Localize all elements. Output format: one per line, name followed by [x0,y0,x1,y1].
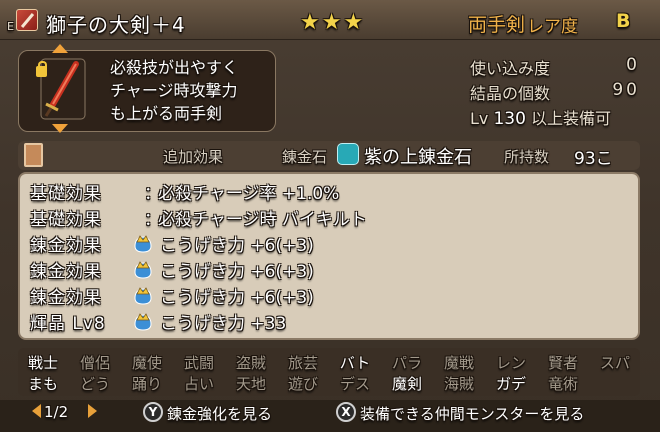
effect-row: 輝晶 Lv8 こうげき力 +33 [30,309,450,335]
owned-count-value: 93こ [574,149,613,169]
view-alchemy-button[interactable]: 錬金強化を見る [167,403,272,424]
rarity-label: レア度 [527,17,578,37]
effect-text: 必殺チャージ率 +1.0% [158,184,340,204]
job-label: 盗賊 [235,354,266,372]
effect-row: 錬金効果 こうげき力 +6(+3) [30,283,450,309]
job-label: 魔戦 [443,354,474,372]
job-label: 遊び [287,375,318,393]
y-button-icon[interactable]: Y [143,402,163,422]
effect-row: 基礎効果 ： 必殺チャージ率 +1.0% [30,179,450,205]
description-line: チャージ時攻撃力 [110,81,238,100]
tab-additional-effects[interactable]: 追加効果 [163,146,223,167]
slime-crown-icon [134,261,152,279]
job-label: どう [79,375,110,393]
crystal-stat: 結晶の個数 90 [470,80,640,104]
effect-category: 基礎効果 [30,210,102,230]
job-label: デス [339,375,370,393]
usage-stat: 使い込み度 0 [470,55,640,79]
description-line: も上がる両手剣 [110,104,223,123]
effect-category: 基礎効果 [30,184,102,204]
item-description: 必殺技が出やすく チャージ時攻撃力 も上がる両手剣 [110,56,270,125]
job-label: まも [27,375,58,393]
lv-prefix: Lv [470,109,489,128]
alchemy-stone-name: 紫の上錬金石 [364,147,472,168]
slime-crown-icon [134,235,152,253]
description-line: 必殺技が出やすく [110,58,239,77]
crystal-label: 結晶の個数 [470,84,551,103]
next-page-icon[interactable] [88,404,97,418]
effect-text: こうげき力 +6(+3) [160,262,314,282]
job-label: 海賊 [443,375,474,393]
view-monsters-button[interactable]: 装備できる仲間モンスターを見る [360,403,584,424]
item-name: 獅子の大剣＋4 [46,13,186,37]
arrow-down-icon[interactable] [52,124,68,133]
job-label: レン [495,354,526,372]
job-label: 竜術 [547,375,578,393]
star-rating: ★★★ [300,10,366,35]
job-label: パラ [391,354,422,372]
usage-value: 0 [626,55,640,75]
equipment-detail-screen: E 獅子の大剣＋4 ★★★ 両手剣 レア度 B 必殺技が出やすく チャージ時攻撃… [0,0,660,432]
effect-row: 基礎効果 ： 必殺チャージ時 バイキルト [30,205,450,231]
job-label: 戦士 [27,354,58,372]
job-label: 僧侶 [79,354,110,372]
two-handed-sword-icon [16,9,38,31]
job-label: ガデ [495,375,526,393]
job-label: 魔使 [131,354,162,372]
effect-text: こうげき力 +6(+3) [160,288,314,308]
job-label: 魔剣 [391,375,422,393]
rarity-value: B [616,10,631,32]
job-label: 占い [183,375,214,393]
page-indicator: 1/2 [44,403,69,421]
effect-category: 錬金効果 [30,236,102,256]
level-requirement: Lv 130 以上装備可 [470,105,611,129]
job-label: 天地 [235,375,266,393]
job-label: 武闘 [183,354,214,372]
crystal-value: 90 [612,80,640,100]
equipped-mark: E [7,20,14,33]
arrow-up-icon[interactable] [52,44,68,53]
job-label: 踊り [131,375,162,393]
effect-row: 錬金効果 こうげき力 +6(+3) [30,231,450,257]
prev-page-icon[interactable] [32,404,41,418]
book-icon[interactable] [24,143,43,167]
effect-text: こうげき力 +6(+3) [160,236,314,256]
job-label: スパ [599,354,630,372]
job-label: 旅芸 [287,354,318,372]
weapon-type: 両手剣 [468,14,526,36]
x-button-icon[interactable]: X [336,402,356,422]
lock-icon [36,61,47,77]
owned-count-label: 所持数 [504,148,550,166]
slime-crown-icon [134,287,152,305]
alchemy-stone-label: 錬金石 [282,148,328,166]
effect-row: 錬金効果 こうげき力 +6(+3) [30,257,450,283]
effect-category: 錬金効果 [30,288,102,308]
usage-label: 使い込み度 [470,59,551,78]
effect-category: 錬金効果 [30,262,102,282]
effect-text: こうげき力 +33 [160,314,287,334]
job-label: バト [339,354,371,372]
slime-crown-icon [134,313,152,331]
lv-value: 130 [493,109,526,129]
lv-suffix: 以上装備可 [531,109,612,128]
effect-text: 必殺チャージ時 バイキルト [158,210,367,230]
alchemy-stone-icon [337,143,359,165]
job-label: 賢者 [547,354,578,372]
effect-category: 輝晶 Lv8 [30,314,106,334]
